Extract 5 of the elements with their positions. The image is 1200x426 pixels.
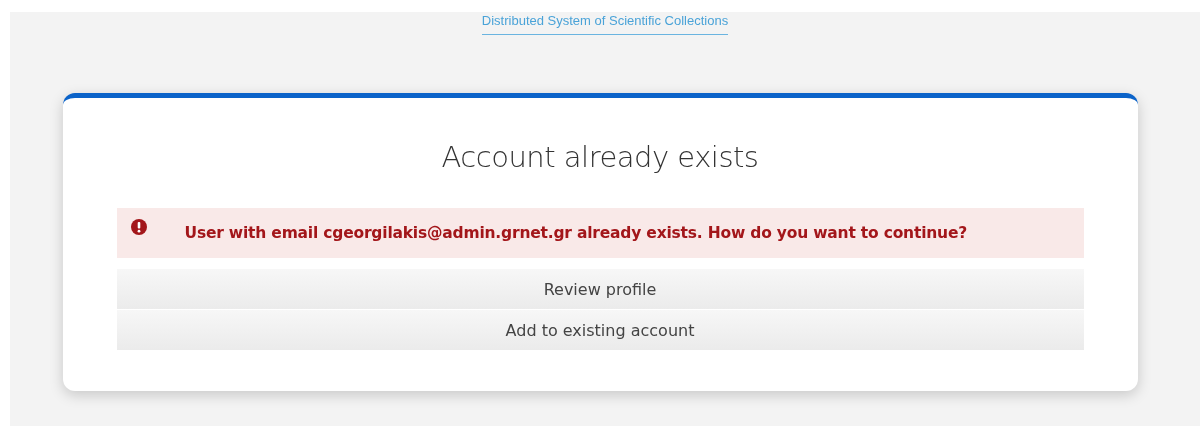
option-button[interactable]: Add to existing account — [116, 310, 1084, 350]
exclamation-icon — [130, 219, 147, 235]
option-button[interactable]: Review profile — [116, 269, 1084, 309]
alert-message: User with email cgeorgilakis@admin.grnet.gr already exists. How do you want to continue? — [184, 224, 967, 242]
card-title: Account already exists — [440, 140, 760, 174]
